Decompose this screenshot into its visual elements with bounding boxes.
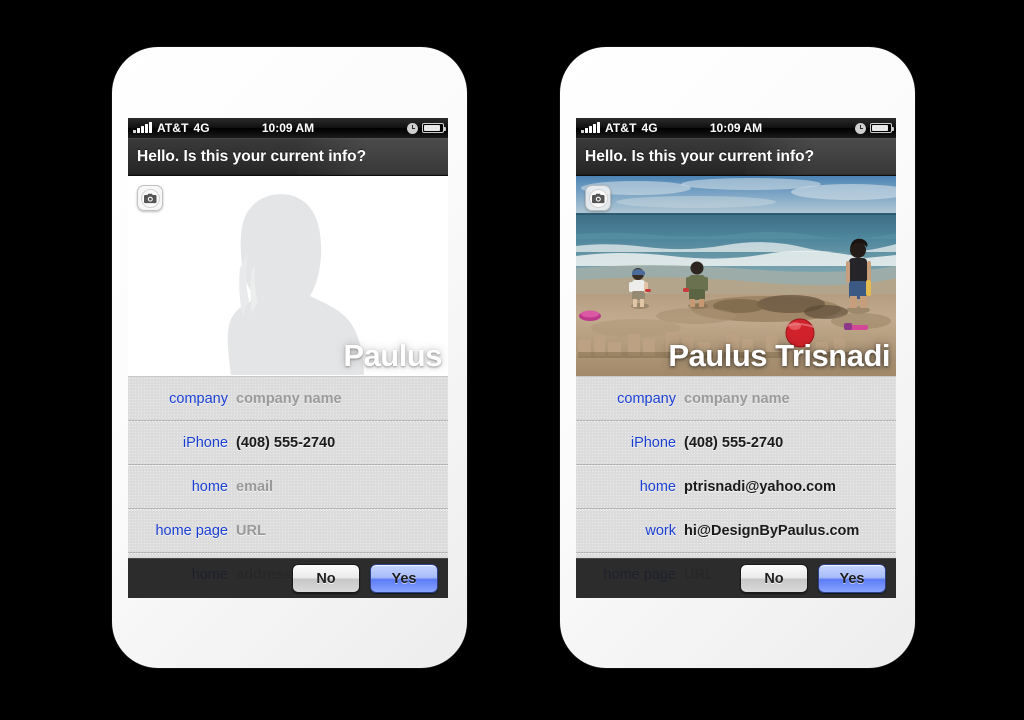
contact-field-row[interactable]: home email xyxy=(128,465,448,509)
contact-field-row[interactable]: iPhone (408) 555-2740 xyxy=(128,421,448,465)
change-photo-button[interactable] xyxy=(585,185,611,211)
canvas: AT&T 4G 10:09 AM Hello. Is this your cur… xyxy=(0,0,1024,720)
field-label: iPhone xyxy=(182,435,228,451)
contact-field-row[interactable]: company company name xyxy=(576,377,896,421)
field-label: work xyxy=(645,523,676,539)
contact-name-overlay: Paulus Trisnadi xyxy=(668,338,890,373)
yes-button[interactable]: Yes xyxy=(370,564,438,593)
contact-name-overlay: Paulus xyxy=(343,338,442,373)
confirm-action-bar: No Yes xyxy=(128,558,448,598)
field-value[interactable]: URL xyxy=(236,523,266,539)
phone-screen-right: AT&T 4G 10:09 AM Hello. Is this your cur… xyxy=(576,118,896,598)
field-label: iPhone xyxy=(630,435,676,451)
camera-icon xyxy=(588,188,608,208)
field-value[interactable]: (408) 555-2740 xyxy=(684,435,783,451)
contact-photo-area[interactable]: Paulus Trisnadi xyxy=(576,176,896,376)
field-value[interactable]: (408) 555-2740 xyxy=(236,435,335,451)
field-value[interactable]: email xyxy=(236,479,273,495)
field-value[interactable]: hi@DesignByPaulus.com xyxy=(684,523,859,539)
confirm-action-bar: No Yes xyxy=(576,558,896,598)
change-photo-button[interactable] xyxy=(137,185,163,211)
contact-photo-area[interactable]: Paulus xyxy=(128,176,448,376)
field-value[interactable]: company name xyxy=(684,391,790,407)
battery-icon xyxy=(870,123,894,133)
contact-field-row[interactable]: home page URL xyxy=(128,509,448,553)
field-value[interactable]: ptrisnadi@yahoo.com xyxy=(684,479,836,495)
alarm-clock-icon xyxy=(407,122,418,134)
alarm-clock-icon xyxy=(855,122,866,134)
field-label: company xyxy=(169,391,228,407)
no-button[interactable]: No xyxy=(740,564,808,593)
phone-device-left: AT&T 4G 10:09 AM Hello. Is this your cur… xyxy=(112,47,467,668)
no-button[interactable]: No xyxy=(292,564,360,593)
status-bar: AT&T 4G 10:09 AM xyxy=(128,118,448,138)
contact-field-row[interactable]: home ptrisnadi@yahoo.com xyxy=(576,465,896,509)
status-bar: AT&T 4G 10:09 AM xyxy=(576,118,896,138)
yes-button[interactable]: Yes xyxy=(818,564,886,593)
battery-icon xyxy=(422,123,446,133)
contact-field-row[interactable]: work hi@DesignByPaulus.com xyxy=(576,509,896,553)
phone-screen-left: AT&T 4G 10:09 AM Hello. Is this your cur… xyxy=(128,118,448,598)
camera-icon xyxy=(140,188,160,208)
status-bar-right xyxy=(855,118,894,138)
field-label: home xyxy=(639,479,676,495)
field-value[interactable]: company name xyxy=(236,391,342,407)
phone-device-right: AT&T 4G 10:09 AM Hello. Is this your cur… xyxy=(560,47,915,668)
screen-header: Hello. Is this your current info? xyxy=(576,138,896,176)
status-bar-clock: 10:09 AM xyxy=(261,121,315,135)
screen-header: Hello. Is this your current info? xyxy=(128,138,448,176)
field-label: home xyxy=(191,479,228,495)
field-label: company xyxy=(617,391,676,407)
status-bar-right xyxy=(407,118,446,138)
contact-field-row[interactable]: iPhone (408) 555-2740 xyxy=(576,421,896,465)
page-title: Hello. Is this your current info? xyxy=(137,147,367,165)
status-bar-clock: 10:09 AM xyxy=(709,121,763,135)
contact-field-row[interactable]: company company name xyxy=(128,377,448,421)
field-label: home page xyxy=(155,523,228,539)
page-title: Hello. Is this your current info? xyxy=(585,147,815,165)
